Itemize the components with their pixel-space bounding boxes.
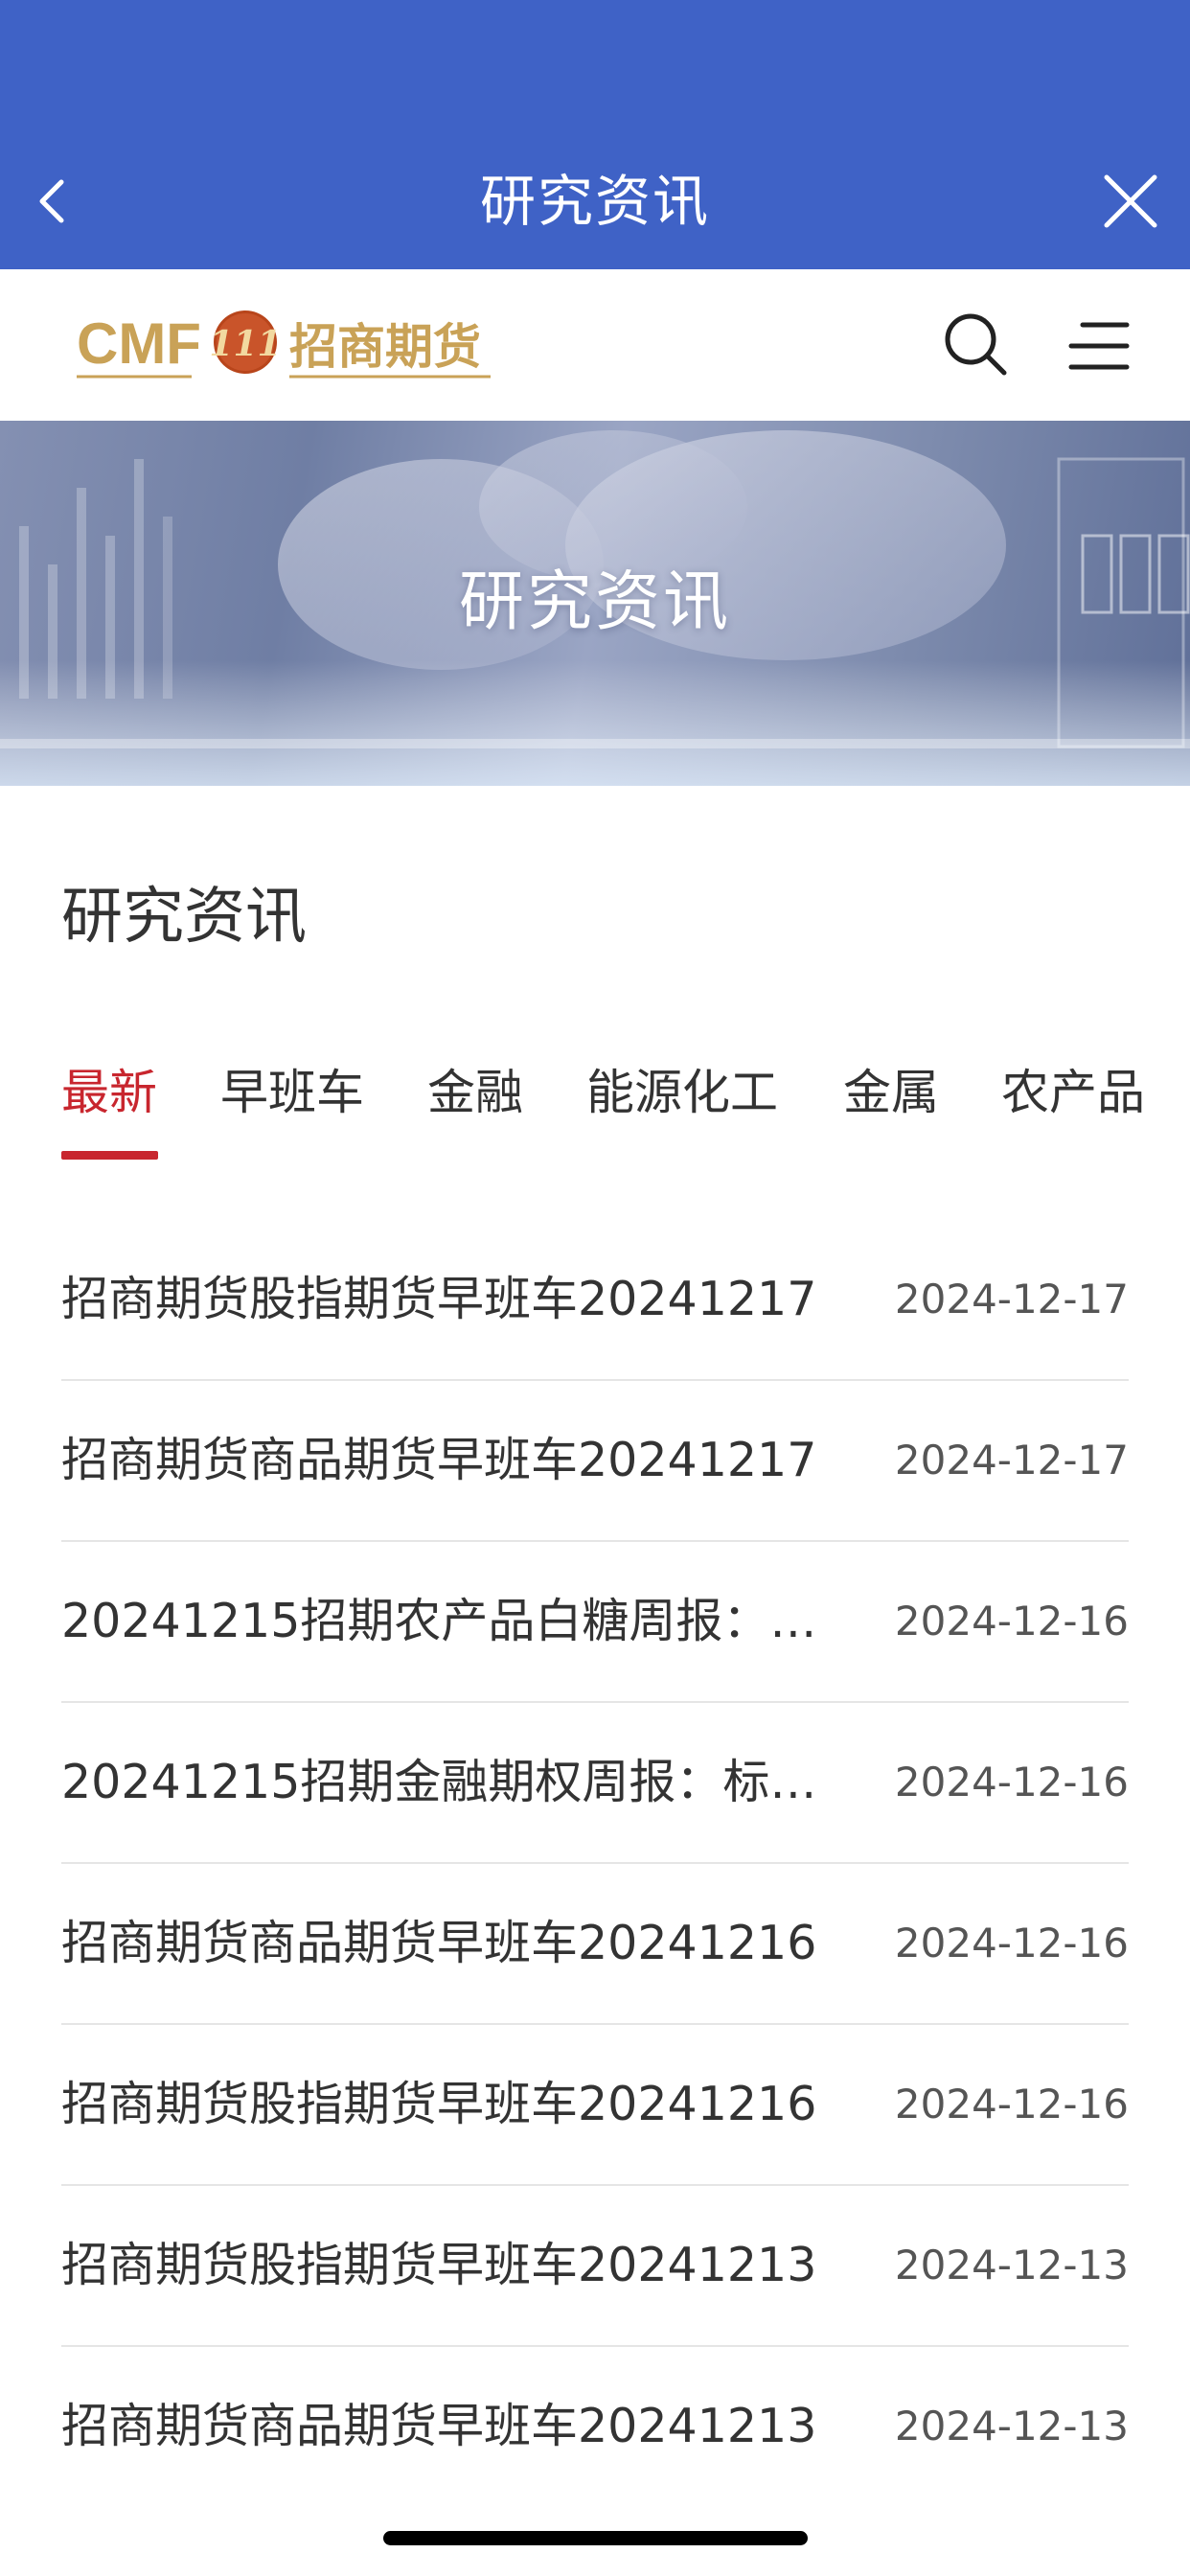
article-title[interactable]: 招商期货股指期货早班车20241213 — [61, 2232, 818, 2299]
logo-chinese: 招商期货 — [289, 318, 481, 375]
page: 研究资讯 CMF 111 招商期货 研究资讯 研究资讯 最新 早班车 金融 能源… — [0, 0, 1190, 2576]
article-title[interactable]: 招商期货股指期货早班车20241217 — [61, 1266, 818, 1333]
cmf-logo[interactable]: CMF 111 招商期货 — [77, 304, 498, 386]
active-tab-indicator — [61, 1151, 158, 1160]
article-title[interactable]: 20241215招期农产品白糖周报：… — [61, 1588, 818, 1655]
article-date: 2024-12-16 — [894, 2081, 1129, 2128]
article-title[interactable]: 招商期货股指期货早班车20241216 — [61, 2071, 818, 2138]
article-row[interactable]: 20241215招期金融期权周报：标… 2024-12-16 — [61, 1703, 1129, 1864]
article-row[interactable]: 招商期货股指期货早班车20241216 2024-12-16 — [61, 2025, 1129, 2186]
article-date: 2024-12-13 — [894, 2242, 1129, 2288]
article-row[interactable]: 招商期货商品期货早班车20241217 2024-12-17 — [61, 1381, 1129, 1542]
top-navigation-bar: 研究资讯 — [0, 0, 1190, 269]
article-title[interactable]: 招商期货商品期货早班车20241213 — [61, 2393, 818, 2460]
tab-latest[interactable]: 最新 — [61, 1054, 157, 1131]
logo-emblem: 111 — [209, 324, 281, 364]
article-row[interactable]: 招商期货股指期货早班车20241217 2024-12-17 — [61, 1220, 1129, 1381]
article-title[interactable]: 招商期货商品期货早班车20241217 — [61, 1427, 818, 1494]
article-date: 2024-12-17 — [894, 1437, 1129, 1484]
article-row[interactable]: 招商期货商品期货早班车20241213 2024-12-13 — [61, 2347, 1129, 2508]
article-date: 2024-12-17 — [894, 1276, 1129, 1322]
menu-icon — [1068, 322, 1130, 370]
search-button[interactable] — [939, 308, 1014, 382]
article-title[interactable]: 招商期货商品期货早班车20241216 — [61, 1910, 818, 1977]
site-header: CMF 111 招商期货 — [0, 269, 1190, 421]
close-icon — [1104, 174, 1157, 228]
page-title: 研究资讯 — [479, 169, 710, 234]
article-row[interactable]: 招商期货商品期货早班车20241216 2024-12-16 — [61, 1864, 1129, 2025]
article-row[interactable]: 20241215招期农产品白糖周报：… 2024-12-16 — [61, 1542, 1129, 1703]
tab-finance[interactable]: 金融 — [427, 1054, 523, 1131]
close-button[interactable] — [1092, 163, 1169, 240]
logo-latin: CMF — [77, 311, 201, 376]
article-title[interactable]: 20241215招期金融期权周报：标… — [61, 1749, 818, 1816]
article-list: 招商期货股指期货早班车20241217 2024-12-17 招商期货商品期货早… — [61, 1220, 1129, 2508]
article-date: 2024-12-13 — [894, 2403, 1129, 2450]
article-date: 2024-12-16 — [894, 1759, 1129, 1806]
tab-morning-brief[interactable]: 早班车 — [220, 1054, 364, 1131]
article-date: 2024-12-16 — [894, 1920, 1129, 1966]
tab-metals[interactable]: 金属 — [843, 1054, 939, 1131]
section-title: 研究资讯 — [61, 882, 307, 953]
search-icon — [945, 313, 1007, 376]
menu-button[interactable] — [1064, 308, 1138, 382]
home-indicator[interactable] — [383, 2531, 808, 2545]
hero-banner: 研究资讯 — [0, 421, 1190, 786]
tab-agriculture[interactable]: 农产品 — [1001, 1054, 1145, 1131]
article-row[interactable]: 招商期货股指期货早班车20241213 2024-12-13 — [61, 2186, 1129, 2347]
article-date: 2024-12-16 — [894, 1598, 1129, 1644]
banner-title: 研究资讯 — [458, 564, 731, 640]
tab-energy-chemical[interactable]: 能源化工 — [586, 1054, 778, 1131]
category-tabs: 最新 早班车 金融 能源化工 金属 农产品 — [0, 1054, 1190, 1169]
